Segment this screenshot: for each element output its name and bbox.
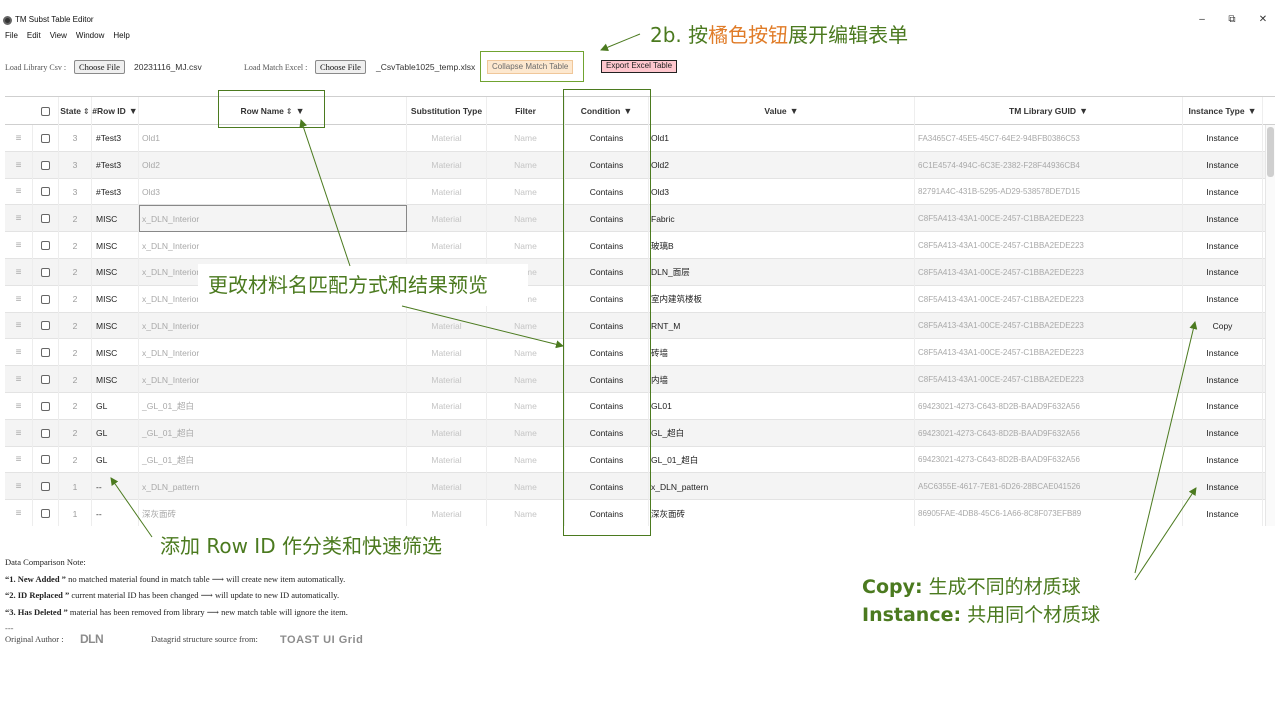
arrow-to-row-name-header bbox=[299, 119, 351, 267]
arrow-to-condition-column bbox=[401, 305, 564, 349]
annotation-arrows bbox=[110, 33, 1198, 581]
arrow-to-collapse-button bbox=[600, 33, 641, 52]
arrow-to-row-id bbox=[110, 477, 153, 538]
